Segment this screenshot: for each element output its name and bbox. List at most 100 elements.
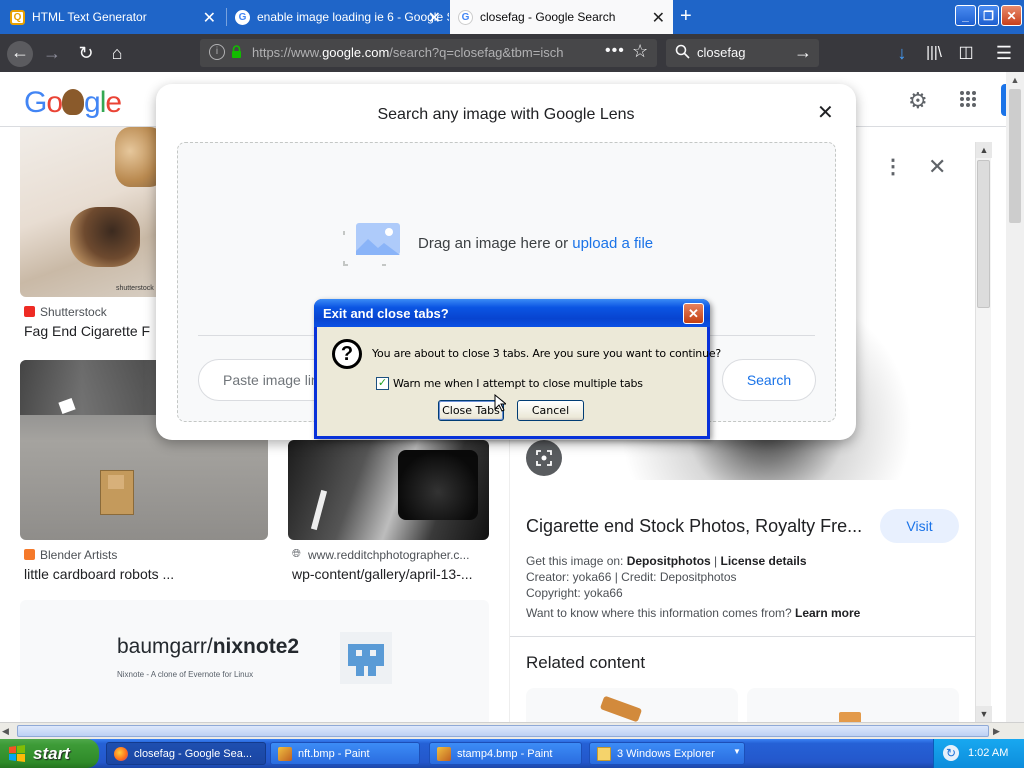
- taskbar-item-paint-stamp4[interactable]: stamp4.bmp - Paint: [429, 742, 582, 765]
- close-panel-icon[interactable]: ✕: [928, 154, 946, 180]
- scroll-left-arrow-icon[interactable]: ◀: [2, 723, 9, 739]
- system-tray: ↻ 1:02 AM: [933, 739, 1024, 768]
- mouse-cursor-icon: [494, 394, 506, 412]
- taskbar-item-firefox[interactable]: closefag - Google Sea...: [106, 742, 266, 765]
- folder-icon: [597, 746, 611, 761]
- settings-gear-icon[interactable]: ⚙: [908, 88, 928, 114]
- related-thumb-1[interactable]: [526, 688, 738, 722]
- paste-link-placeholder: Paste image link: [223, 372, 326, 388]
- upload-file-link[interactable]: upload a file: [572, 235, 653, 252]
- taskbar-item-windows-explorer[interactable]: 3 Windows Explorer ▼: [589, 742, 745, 765]
- panel-scroll-thumb[interactable]: [977, 160, 990, 308]
- html-text-generator-icon: Q: [10, 9, 25, 25]
- paint-icon: [437, 746, 451, 761]
- tab-html-text-generator[interactable]: Q HTML Text Generator ✕: [2, 2, 224, 32]
- dialog-title-bar[interactable]: Exit and close tabs? ✕: [314, 299, 710, 327]
- warn-checkbox[interactable]: ✓: [376, 377, 389, 390]
- download-arrow-icon[interactable]: ↓: [890, 42, 914, 66]
- exit-close-tabs-dialog: Exit and close tabs? ✕ ? You are about t…: [314, 299, 721, 439]
- copyright-line: Copyright: yoka66: [526, 586, 623, 600]
- google-doodle-logo[interactable]: Go gle: [24, 86, 122, 120]
- result-image-shutterstock[interactable]: shutterstock: [20, 127, 168, 297]
- more-options-icon[interactable]: ⋮: [883, 154, 903, 179]
- result-card-nixnote[interactable]: baumgarr/nixnote2 Nixnote - A clone of E…: [20, 600, 489, 722]
- search-go-arrow-icon[interactable]: →: [794, 42, 812, 63]
- lens-close-icon[interactable]: ✕: [817, 100, 834, 125]
- tab-strip: Q HTML Text Generator ✕ G enable image l…: [0, 0, 1024, 34]
- github-avatar-icon: [340, 632, 392, 684]
- network-sync-icon[interactable]: ↻: [943, 745, 959, 761]
- google-g-icon: G: [235, 9, 250, 25]
- firefox-icon: [114, 746, 128, 761]
- learn-more-link[interactable]: Learn more: [795, 606, 860, 620]
- sidebar-icon[interactable]: ◫: [954, 42, 978, 66]
- info-icon[interactable]: i: [209, 44, 225, 60]
- new-tab-plus-icon[interactable]: +: [680, 5, 692, 28]
- panel-scroll-up-arrow-icon[interactable]: ▲: [976, 142, 992, 158]
- result-title[interactable]: little cardboard robots ...: [24, 566, 174, 582]
- search-bar-text: closefag: [697, 45, 746, 60]
- result-source: www.redditchphotographer.c...: [308, 548, 470, 562]
- page-actions-icon[interactable]: •••: [605, 42, 625, 60]
- search-bar[interactable]: closefag →: [666, 39, 819, 67]
- tab-enable-image-loading[interactable]: G enable image loading ie 6 - Google Sea…: [227, 2, 449, 32]
- tab-label: closefag - Google Search: [480, 10, 616, 24]
- tab-closefag-active[interactable]: G closefag - Google Search ✕: [450, 0, 673, 34]
- lens-search-button[interactable]: Search: [722, 359, 816, 401]
- visit-button[interactable]: Visit: [880, 509, 959, 543]
- panel-scroll-down-arrow-icon[interactable]: ▼: [976, 706, 992, 722]
- warn-checkbox-label[interactable]: Warn me when I attempt to close multiple…: [393, 377, 643, 390]
- cat-figure: [70, 207, 140, 267]
- dialog-close-button[interactable]: ✕: [683, 303, 704, 324]
- nixnote-description: Nixnote - A clone of Evernote for Linux: [117, 670, 254, 679]
- start-button[interactable]: start: [0, 739, 99, 768]
- url-bar[interactable]: i https://www.google.com/search?q=closef…: [200, 39, 657, 67]
- start-label: start: [33, 744, 70, 763]
- nixnote-repo-title: baumgarr/nixnote2: [117, 635, 300, 658]
- close-tab-icon[interactable]: ✕: [428, 8, 441, 28]
- page-vertical-scrollbar[interactable]: ▲: [1006, 72, 1024, 722]
- restore-window-button[interactable]: ❐: [978, 5, 999, 26]
- related-thumb-2[interactable]: [747, 688, 959, 722]
- bookmark-star-icon[interactable]: ☆: [632, 41, 648, 62]
- forward-arrow-icon[interactable]: →: [40, 42, 64, 66]
- panel-scrollbar[interactable]: ▲ ▼: [975, 142, 992, 722]
- clock[interactable]: 1:02 AM: [968, 747, 1008, 759]
- close-tab-icon[interactable]: ✕: [652, 8, 665, 28]
- close-window-button[interactable]: ✕: [1001, 5, 1022, 26]
- scroll-right-arrow-icon[interactable]: ▶: [993, 723, 1000, 739]
- license-details-link[interactable]: License details: [721, 554, 807, 568]
- cancel-button[interactable]: Cancel: [517, 400, 584, 421]
- result-source: Blender Artists: [40, 548, 118, 562]
- result-title[interactable]: wp-content/gallery/april-13-...: [292, 566, 473, 582]
- taskbar-item-label: stamp4.bmp - Paint: [457, 747, 553, 760]
- tab-label: HTML Text Generator: [32, 10, 147, 24]
- hamburger-menu-icon[interactable]: ☰: [992, 42, 1016, 66]
- shutterstock-icon: [24, 306, 35, 317]
- result-image-photographer[interactable]: [288, 440, 489, 540]
- home-icon[interactable]: ⌂: [105, 42, 129, 66]
- windows-taskbar: start closefag - Google Sea... nft.bmp -…: [0, 739, 1024, 768]
- h-scroll-thumb[interactable]: [17, 725, 989, 737]
- reload-icon[interactable]: ↻: [74, 42, 98, 66]
- depositphotos-link[interactable]: Depositphotos: [627, 554, 711, 568]
- apps-grid-icon[interactable]: [959, 90, 977, 113]
- google-g-icon: G: [458, 9, 473, 25]
- url-text: https://www.google.com/search?q=closefag…: [252, 45, 564, 60]
- taskbar-item-paint-nft[interactable]: nft.bmp - Paint: [270, 742, 420, 765]
- minimize-window-button[interactable]: _: [955, 5, 976, 26]
- back-arrow-icon[interactable]: ←: [7, 41, 33, 67]
- library-icon[interactable]: |||\: [922, 42, 946, 66]
- page-horizontal-scrollbar[interactable]: ◀ ▶: [0, 722, 1024, 739]
- panel-title[interactable]: Cigarette end Stock Photos, Royalty Fre.…: [526, 516, 862, 537]
- image-placeholder-icon: [342, 221, 402, 267]
- result-source: Shutterstock: [40, 305, 107, 319]
- paint-icon: [278, 746, 292, 761]
- result-title[interactable]: Fag End Cigarette F: [24, 323, 150, 339]
- shutterstock-watermark: shutterstock: [116, 285, 154, 292]
- taskbar-item-label: closefag - Google Sea...: [134, 747, 253, 760]
- related-content-heading: Related content: [526, 653, 646, 672]
- page-scroll-thumb[interactable]: [1009, 89, 1021, 223]
- scroll-up-arrow-icon[interactable]: ▲: [1006, 72, 1024, 89]
- close-tab-icon[interactable]: ✕: [203, 8, 216, 28]
